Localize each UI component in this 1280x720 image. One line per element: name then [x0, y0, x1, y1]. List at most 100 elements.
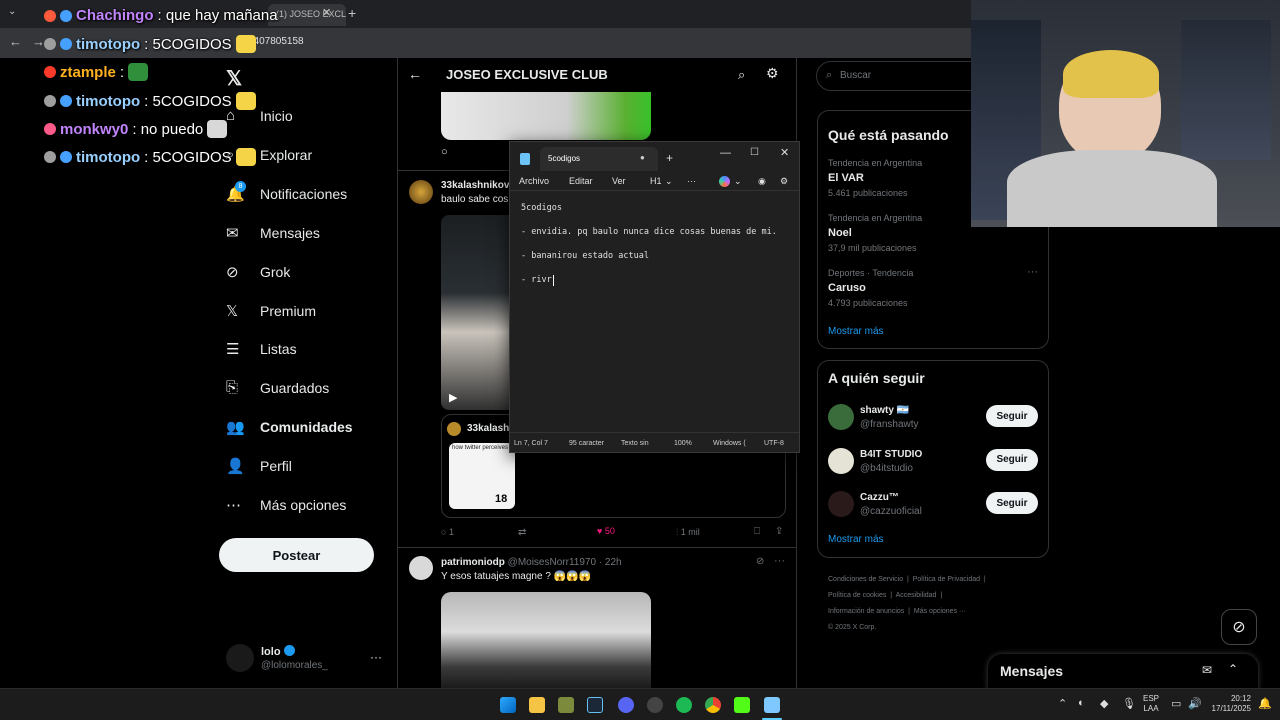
more-format-icon[interactable]: ···: [687, 176, 696, 186]
tab-list-chevron-icon[interactable]: ⌄: [8, 6, 16, 17]
clock[interactable]: 20:12 17/11/2025: [1205, 694, 1251, 714]
avatar[interactable]: [226, 644, 254, 672]
trend-more-icon[interactable]: ···: [1027, 266, 1038, 278]
repost-icon[interactable]: ⇄: [518, 527, 526, 538]
reply-action[interactable]: ○ 1: [441, 527, 454, 537]
follow-name[interactable]: B4IT STUDIO: [860, 449, 922, 460]
reply-icon[interactable]: ○: [441, 146, 448, 158]
editor-line[interactable]: 5codigos: [521, 203, 562, 213]
post-handle[interactable]: @MoisesNorr11970: [508, 557, 596, 568]
share-icon[interactable]: ⇪: [775, 526, 783, 537]
chevron-up-icon[interactable]: ⌃: [1058, 697, 1067, 710]
search-input[interactable]: ⌕ Buscar: [816, 61, 996, 91]
browser-tab-active[interactable]: (1) JOSEO EXCLUSIVE CLUB: [268, 4, 346, 26]
footer-link[interactable]: Política de cookies: [828, 592, 886, 599]
sidebar-item-guardados[interactable]: ⎘ Guardados: [226, 373, 329, 403]
show-more-link[interactable]: Mostrar más: [828, 534, 884, 545]
sidebar-item-listas[interactable]: ☰ Listas: [226, 334, 297, 364]
post-image[interactable]: [441, 92, 651, 140]
network-icon[interactable]: ▭: [1171, 697, 1181, 710]
avatar[interactable]: [828, 491, 854, 517]
steam-icon[interactable]: [587, 697, 603, 713]
status-zoom[interactable]: 100%: [674, 440, 692, 447]
volume-icon[interactable]: 🔊: [1188, 697, 1202, 710]
game-app-icon[interactable]: [558, 697, 574, 713]
copilot-icon[interactable]: [719, 176, 730, 187]
follow-name[interactable]: shawty 🇦🇷: [860, 405, 909, 416]
video-thumbnail[interactable]: ▶: [441, 215, 511, 410]
discord-icon[interactable]: [618, 697, 634, 713]
minimize-icon[interactable]: —: [720, 147, 731, 159]
heading-dropdown[interactable]: H1: [650, 176, 662, 186]
follow-suggestion[interactable]: B4IT STUDIO @b4itstudio Seguir: [818, 447, 1048, 481]
sidebar-item-comunidades[interactable]: 👥 Comunidades: [226, 412, 353, 442]
post-more-icon[interactable]: ···: [774, 555, 785, 567]
menu-ver[interactable]: Ver: [612, 176, 626, 186]
views-action[interactable]: ⫶ 1 mil: [676, 527, 700, 538]
like-action[interactable]: ♥ 50: [597, 526, 615, 536]
post-author[interactable]: 33kalashnikov: [441, 180, 509, 191]
menu-archivo[interactable]: Archivo: [519, 176, 549, 186]
tray-app-icon[interactable]: ◐: [1078, 697, 1085, 709]
language-indicator[interactable]: ESP LAA: [1143, 694, 1159, 714]
obs-icon[interactable]: [647, 697, 663, 713]
gear-icon[interactable]: ⚙: [766, 65, 779, 82]
new-tab-icon[interactable]: +: [348, 5, 356, 21]
follow-suggestion[interactable]: shawty 🇦🇷 @franshawty Seguir: [818, 403, 1048, 437]
sidebar-item-premium[interactable]: 𝕏 Premium: [226, 296, 316, 326]
spotify-icon[interactable]: [676, 697, 692, 713]
bookmark-icon[interactable]: ⎕: [754, 526, 760, 537]
footer-link[interactable]: Condiciones de Servicio: [828, 576, 903, 583]
notification-bell-icon[interactable]: 🔔: [1258, 697, 1272, 710]
sidebar-item-perfil[interactable]: 👤 Perfil: [226, 451, 292, 481]
new-tab-icon[interactable]: +: [666, 151, 673, 165]
back-arrow-icon[interactable]: ←: [9, 34, 22, 49]
editor-line[interactable]: - envidia. pq baulo nunca dice cosas bue…: [521, 227, 777, 237]
file-explorer-icon[interactable]: [529, 697, 545, 713]
sidebar-item-notificaciones[interactable]: 🔔 8 Notificaciones: [226, 179, 347, 209]
meme-image[interactable]: how twitter perceives 18: [449, 443, 515, 509]
chrome-icon[interactable]: [705, 697, 721, 713]
account-name[interactable]: lolo: [261, 645, 295, 658]
follow-button[interactable]: Seguir: [986, 448, 1038, 471]
microphone-icon[interactable]: 🎙: [1122, 697, 1136, 710]
status-eol[interactable]: Windows (: [713, 440, 746, 447]
sidebar-item-grok[interactable]: ⊘ Grok: [226, 257, 290, 287]
avatar[interactable]: [409, 556, 433, 580]
editor-line[interactable]: - rivr: [521, 275, 552, 285]
tray-app-icon[interactable]: ◆: [1100, 697, 1108, 710]
avatar[interactable]: [828, 404, 854, 430]
grok-icon[interactable]: ⊘: [756, 556, 764, 567]
post-image[interactable]: [441, 592, 651, 688]
gear-icon[interactable]: ⚙: [780, 176, 788, 187]
back-arrow-icon[interactable]: ←: [408, 66, 422, 82]
notepad-taskbar-icon[interactable]: [764, 697, 780, 713]
footer-link[interactable]: Accesibilidad: [896, 592, 937, 599]
follow-name[interactable]: Cazzu™: [860, 492, 899, 503]
trend-item[interactable]: Deportes · Tendencia Caruso 4.793 publicac…: [828, 266, 1038, 308]
sidebar-item-más-opciones[interactable]: ⋯ Más opciones: [226, 490, 346, 520]
kick-icon[interactable]: [734, 697, 750, 713]
chevron-down-icon[interactable]: ⌄: [665, 176, 673, 187]
follow-button[interactable]: Seguir: [986, 405, 1038, 427]
avatar[interactable]: [409, 180, 433, 204]
post-author[interactable]: patrimoniodp: [441, 557, 505, 568]
editor-line[interactable]: - bananirou estado actual: [521, 251, 649, 261]
notepad-tab[interactable]: 5codigos ●: [540, 147, 658, 171]
footer-link[interactable]: Más opciones ···: [914, 608, 966, 615]
menu-editar[interactable]: Editar: [569, 176, 593, 186]
tab-close-icon[interactable]: ✕: [322, 6, 331, 19]
maximize-icon[interactable]: ☐: [750, 147, 759, 158]
close-icon[interactable]: ✕: [780, 146, 789, 159]
show-more-link[interactable]: Mostrar más: [828, 326, 884, 337]
footer-link[interactable]: Información de anuncios: [828, 608, 904, 615]
follow-button[interactable]: Seguir: [986, 492, 1038, 514]
account-more-icon[interactable]: ···: [370, 650, 382, 664]
search-icon[interactable]: ⌕: [738, 67, 745, 83]
x-logo-icon[interactable]: 𝕏: [226, 66, 242, 91]
grok-float-button[interactable]: ⊘: [1221, 609, 1257, 645]
status-format[interactable]: Texto sin: [621, 440, 649, 447]
follow-suggestion[interactable]: Cazzu™ @cazzuoficial Seguir: [818, 490, 1048, 524]
play-icon[interactable]: ▶: [449, 391, 457, 404]
account-icon[interactable]: ◉: [758, 176, 766, 187]
